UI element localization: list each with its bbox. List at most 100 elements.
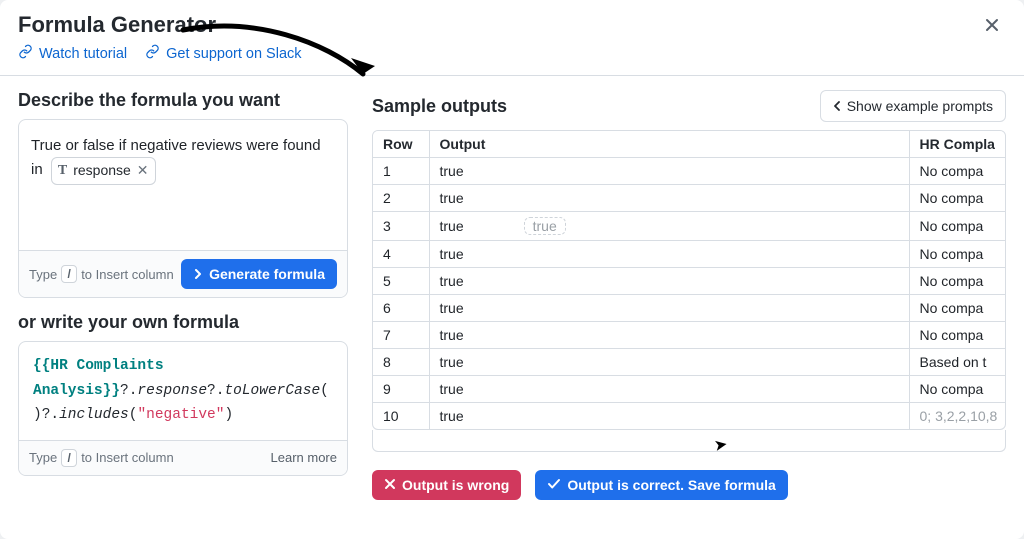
cell-row-number: 5 xyxy=(373,268,429,295)
code-prop: toLowerCase xyxy=(224,383,320,399)
page-title: Formula Generator xyxy=(18,12,302,38)
code-op: ) xyxy=(224,407,233,423)
cell-output: true xyxy=(429,241,909,268)
code-string: "negative" xyxy=(137,407,224,423)
output-wrong-button[interactable]: Output is wrong xyxy=(372,470,521,500)
hint-word-type: Type xyxy=(29,450,57,465)
learn-more-link[interactable]: Learn more xyxy=(271,450,337,465)
cell-hr: No compa xyxy=(909,241,1005,268)
cell-output: true xyxy=(429,268,909,295)
cell-hr: No compa xyxy=(909,185,1005,212)
cell-row-number: 6 xyxy=(373,295,429,322)
describe-title: Describe the formula you want xyxy=(18,90,348,111)
cell-hr: No compa xyxy=(909,268,1005,295)
cell-row-number: 9 xyxy=(373,376,429,403)
code-op: ) xyxy=(33,407,42,423)
chevron-left-icon xyxy=(833,98,841,114)
hint-suffix: to Insert column xyxy=(81,450,174,465)
cell-output: truetrue xyxy=(429,212,909,241)
hint-suffix: to Insert column xyxy=(81,267,174,282)
table-row[interactable]: 8trueBased on t xyxy=(373,349,1005,376)
get-support-link[interactable]: Get support on Slack xyxy=(145,44,301,63)
x-icon xyxy=(384,477,396,493)
dialog-header: Formula Generator Watch tutorial Get sup… xyxy=(18,12,1006,63)
formula-description-input[interactable]: True or false if negative reviews were f… xyxy=(19,120,347,250)
code-op: ?. xyxy=(42,407,59,423)
formula-code-editor[interactable]: {{HR Complaints Analysis}}?.response?.to… xyxy=(19,342,347,440)
header-divider xyxy=(0,75,1024,76)
horizontal-scrollbar[interactable] xyxy=(372,430,1006,452)
code-prop: includes xyxy=(59,407,129,423)
slash-key: / xyxy=(61,265,77,283)
insert-column-hint-2: Type / to Insert column xyxy=(29,449,174,467)
cell-output: true xyxy=(429,349,909,376)
cell-row-number: 2 xyxy=(373,185,429,212)
hint-word-type: Type xyxy=(29,267,57,282)
cell-hr: No compa xyxy=(909,212,1005,241)
cell-hr: 0; 3,2,2,10,8 xyxy=(909,403,1005,430)
text-type-icon: T xyxy=(58,160,67,182)
col-header-row: Row xyxy=(373,131,429,158)
insert-column-hint: Type / to Insert column xyxy=(29,265,174,283)
link-icon xyxy=(145,44,160,63)
table-row[interactable]: 7trueNo compa xyxy=(373,322,1005,349)
table-row[interactable]: 5trueNo compa xyxy=(373,268,1005,295)
token-label: response xyxy=(73,160,131,182)
code-op: ?. xyxy=(207,383,224,399)
cell-hr: Based on t xyxy=(909,349,1005,376)
describe-panel: True or false if negative reviews were f… xyxy=(18,119,348,298)
output-correct-button[interactable]: Output is correct. Save formula xyxy=(535,470,788,500)
table-row[interactable]: 3truetrueNo compa xyxy=(373,212,1005,241)
ghost-preview: true xyxy=(524,217,566,235)
cell-row-number: 4 xyxy=(373,241,429,268)
sample-outputs-title: Sample outputs xyxy=(372,96,507,117)
formula-generator-dialog: Formula Generator Watch tutorial Get sup… xyxy=(0,0,1024,539)
code-op: ( xyxy=(320,383,329,399)
cell-hr: No compa xyxy=(909,376,1005,403)
close-icon xyxy=(984,17,1000,36)
table-row[interactable]: 6trueNo compa xyxy=(373,295,1005,322)
col-header-hr: HR Compla xyxy=(909,131,1005,158)
table-row[interactable]: 10true0; 3,2,2,10,8 xyxy=(373,403,1005,430)
watch-tutorial-link[interactable]: Watch tutorial xyxy=(18,44,127,63)
check-icon xyxy=(547,477,561,493)
cell-row-number: 1 xyxy=(373,158,429,185)
col-header-output: Output xyxy=(429,131,909,158)
code-op: ?. xyxy=(120,383,137,399)
show-examples-label: Show example prompts xyxy=(847,98,993,114)
cell-output: true xyxy=(429,403,909,430)
cell-hr: No compa xyxy=(909,158,1005,185)
show-example-prompts-button[interactable]: Show example prompts xyxy=(820,90,1006,122)
cell-row-number: 7 xyxy=(373,322,429,349)
cell-output: true xyxy=(429,376,909,403)
cell-row-number: 10 xyxy=(373,403,429,430)
link-icon xyxy=(18,44,33,63)
get-support-label: Get support on Slack xyxy=(166,46,301,62)
watch-tutorial-label: Watch tutorial xyxy=(39,46,127,62)
wrong-label: Output is wrong xyxy=(402,477,509,493)
slash-key: / xyxy=(61,449,77,467)
table-row[interactable]: 1trueNo compa xyxy=(373,158,1005,185)
cell-hr: No compa xyxy=(909,295,1005,322)
cell-row-number: 8 xyxy=(373,349,429,376)
sample-output-table: Row Output HR Compla 1trueNo compa2trueN… xyxy=(372,130,1006,430)
cell-output: true xyxy=(429,158,909,185)
table-row[interactable]: 4trueNo compa xyxy=(373,241,1005,268)
cell-output: true xyxy=(429,322,909,349)
generate-formula-button[interactable]: Generate formula xyxy=(181,259,337,289)
table-header-row: Row Output HR Compla xyxy=(373,131,1005,158)
generate-label: Generate formula xyxy=(209,266,325,282)
close-button[interactable] xyxy=(978,12,1006,40)
table-row[interactable]: 9trueNo compa xyxy=(373,376,1005,403)
own-formula-title: or write your own formula xyxy=(18,312,348,333)
correct-label: Output is correct. Save formula xyxy=(567,477,776,493)
cell-output: true xyxy=(429,185,909,212)
chevron-right-icon xyxy=(193,266,203,282)
column-token-response[interactable]: T response ✕ xyxy=(51,157,156,185)
cell-row-number: 3 xyxy=(373,212,429,241)
own-formula-panel: {{HR Complaints Analysis}}?.response?.to… xyxy=(18,341,348,476)
table-row[interactable]: 2trueNo compa xyxy=(373,185,1005,212)
cell-output: true xyxy=(429,295,909,322)
remove-token-icon[interactable]: ✕ xyxy=(137,160,149,182)
code-prop: response xyxy=(137,383,207,399)
